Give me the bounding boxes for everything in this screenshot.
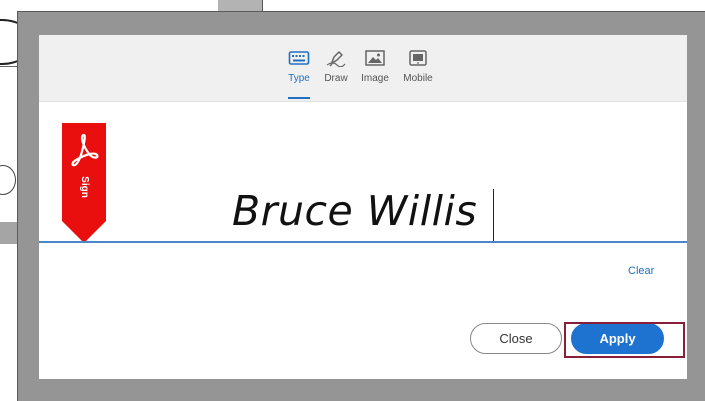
close-button[interactable]: Close <box>470 323 562 354</box>
tab-type[interactable]: Type <box>287 49 311 99</box>
tab-label: Image <box>361 73 389 84</box>
tab-label: Type <box>288 73 310 84</box>
ribbon-label: Sign <box>79 176 90 198</box>
signature-dialog: Type Draw Image Mobile Sign Bruce Willis… <box>39 35 687 379</box>
background-radio <box>0 165 16 195</box>
apply-button[interactable]: Apply <box>571 323 664 354</box>
tab-label: Draw <box>324 73 348 84</box>
mobile-icon <box>409 50 427 66</box>
tab-draw[interactable]: Draw <box>322 49 350 99</box>
clear-link[interactable]: Clear <box>628 265 654 277</box>
image-icon <box>365 50 385 66</box>
tab-mobile[interactable]: Mobile <box>401 49 435 99</box>
signature-line <box>39 241 687 243</box>
signature-input[interactable]: Bruce Willis <box>232 183 477 239</box>
signature-mode-tabs: Type Draw Image Mobile <box>39 35 687 102</box>
pen-icon <box>326 51 346 67</box>
tab-label: Mobile <box>403 73 433 84</box>
text-caret <box>493 189 494 241</box>
keyboard-icon <box>288 51 310 65</box>
tab-image[interactable]: Image <box>359 49 391 99</box>
